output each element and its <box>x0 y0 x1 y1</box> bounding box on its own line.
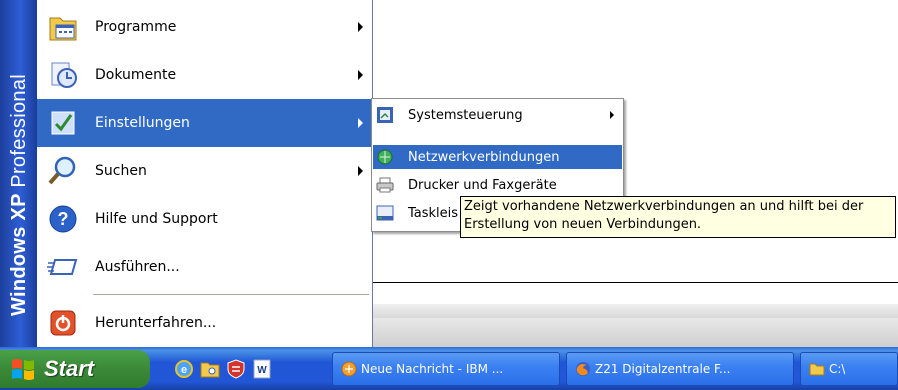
menu-item-label: Dokumente <box>95 67 177 83</box>
tooltip-line-1: Zeigt vorhandene Netzwerkverbindungen an… <box>464 199 864 214</box>
svg-text:e: e <box>181 364 187 376</box>
submenu-item-label: Drucker und Faxgeräte <box>408 177 557 193</box>
svg-text:?: ? <box>58 209 69 229</box>
task-button-mail[interactable]: Neue Nachricht - IBM ... <box>332 352 560 386</box>
shutdown-icon <box>50 310 76 336</box>
submenu-item-label: Taskleis <box>408 205 459 221</box>
programs-icon <box>49 17 77 41</box>
menu-item-label: Suchen <box>95 163 147 179</box>
taskbar-icon <box>376 205 394 221</box>
menu-item-herunterfahren[interactable]: Herunterfahren... <box>37 299 372 347</box>
menu-item-label: Ausführen... <box>95 259 180 275</box>
submenu-item-systemsteuerung[interactable]: Systemsteuerung <box>373 103 622 127</box>
submenu-arrow-icon <box>358 22 363 32</box>
sidebar-edition: Professional <box>8 74 30 188</box>
ie-icon[interactable]: e <box>173 358 195 380</box>
menu-item-ausfuehren[interactable]: Ausführen... <box>37 243 372 291</box>
settings-icon <box>51 111 75 135</box>
menu-item-einstellungen[interactable]: Einstellungen <box>37 99 372 147</box>
network-connections-icon <box>377 149 393 165</box>
menu-item-programme[interactable]: Programme <box>37 3 372 51</box>
menu-item-label: Programme <box>95 19 177 35</box>
menu-item-label: Hilfe und Support <box>95 211 218 227</box>
run-icon <box>47 259 78 275</box>
background-window-frame <box>372 304 898 318</box>
submenu-arrow-icon <box>358 70 363 80</box>
help-icon: ? <box>49 205 77 233</box>
submenu-item-label: Systemsteuerung <box>408 107 523 123</box>
submenu-item-netzwerkverbindungen[interactable]: Netzwerkverbindungen <box>373 145 622 169</box>
tooltip-line-2: Erstellung von neuen Verbindungen. <box>464 217 702 232</box>
start-button-label: Start <box>44 356 95 381</box>
task-button-firefox[interactable]: Z21 Digitalzentrale F... <box>566 352 794 386</box>
background-window-frame-2 <box>372 318 898 347</box>
menu-separator <box>93 294 369 295</box>
task-label: Z21 Digitalzentrale F... <box>595 362 731 376</box>
sidebar-brand-text: Windows XP Professional <box>8 74 31 316</box>
background-window-line <box>372 282 898 283</box>
menu-item-label: Einstellungen <box>95 115 190 131</box>
task-button-folder[interactable]: C:\ <box>800 352 898 386</box>
submenu-item-drucker[interactable]: Drucker und Faxgeräte <box>373 173 622 197</box>
submenu-item-label: Netzwerkverbindungen <box>408 149 560 165</box>
printer-icon <box>376 177 394 193</box>
menu-item-dokumente[interactable]: Dokumente <box>37 51 372 99</box>
word-icon[interactable]: W <box>251 358 273 380</box>
start-menu: Windows XP Professional Programme Dokume… <box>0 0 373 347</box>
windows-logo-icon <box>12 359 34 380</box>
firefox-icon <box>576 362 590 376</box>
start-menu-sidebar: Windows XP Professional <box>0 0 37 347</box>
explorer-folder-icon[interactable] <box>199 358 221 380</box>
start-button[interactable]: Start <box>0 350 150 388</box>
folder-icon <box>809 363 825 376</box>
search-icon <box>48 156 76 185</box>
submenu-arrow-icon <box>358 118 363 128</box>
submenu-arrow-icon <box>610 111 614 119</box>
sidebar-brand: Windows XP <box>8 193 30 316</box>
menu-item-hilfe[interactable]: ? Hilfe und Support <box>37 195 372 243</box>
firewall-icon[interactable] <box>225 358 247 380</box>
control-panel-icon <box>377 107 393 123</box>
menu-item-suchen[interactable]: Suchen <box>37 147 372 195</box>
submenu-arrow-icon <box>358 166 363 176</box>
task-label: Neue Nachricht - IBM ... <box>361 362 504 376</box>
mail-icon <box>341 361 357 377</box>
menu-item-label: Herunterfahren... <box>95 315 217 331</box>
svg-text:W: W <box>257 365 267 376</box>
tooltip: Zeigt vorhandene Netzwerkverbindungen an… <box>460 196 896 238</box>
task-label: C:\ <box>829 362 846 376</box>
documents-icon <box>51 62 77 88</box>
